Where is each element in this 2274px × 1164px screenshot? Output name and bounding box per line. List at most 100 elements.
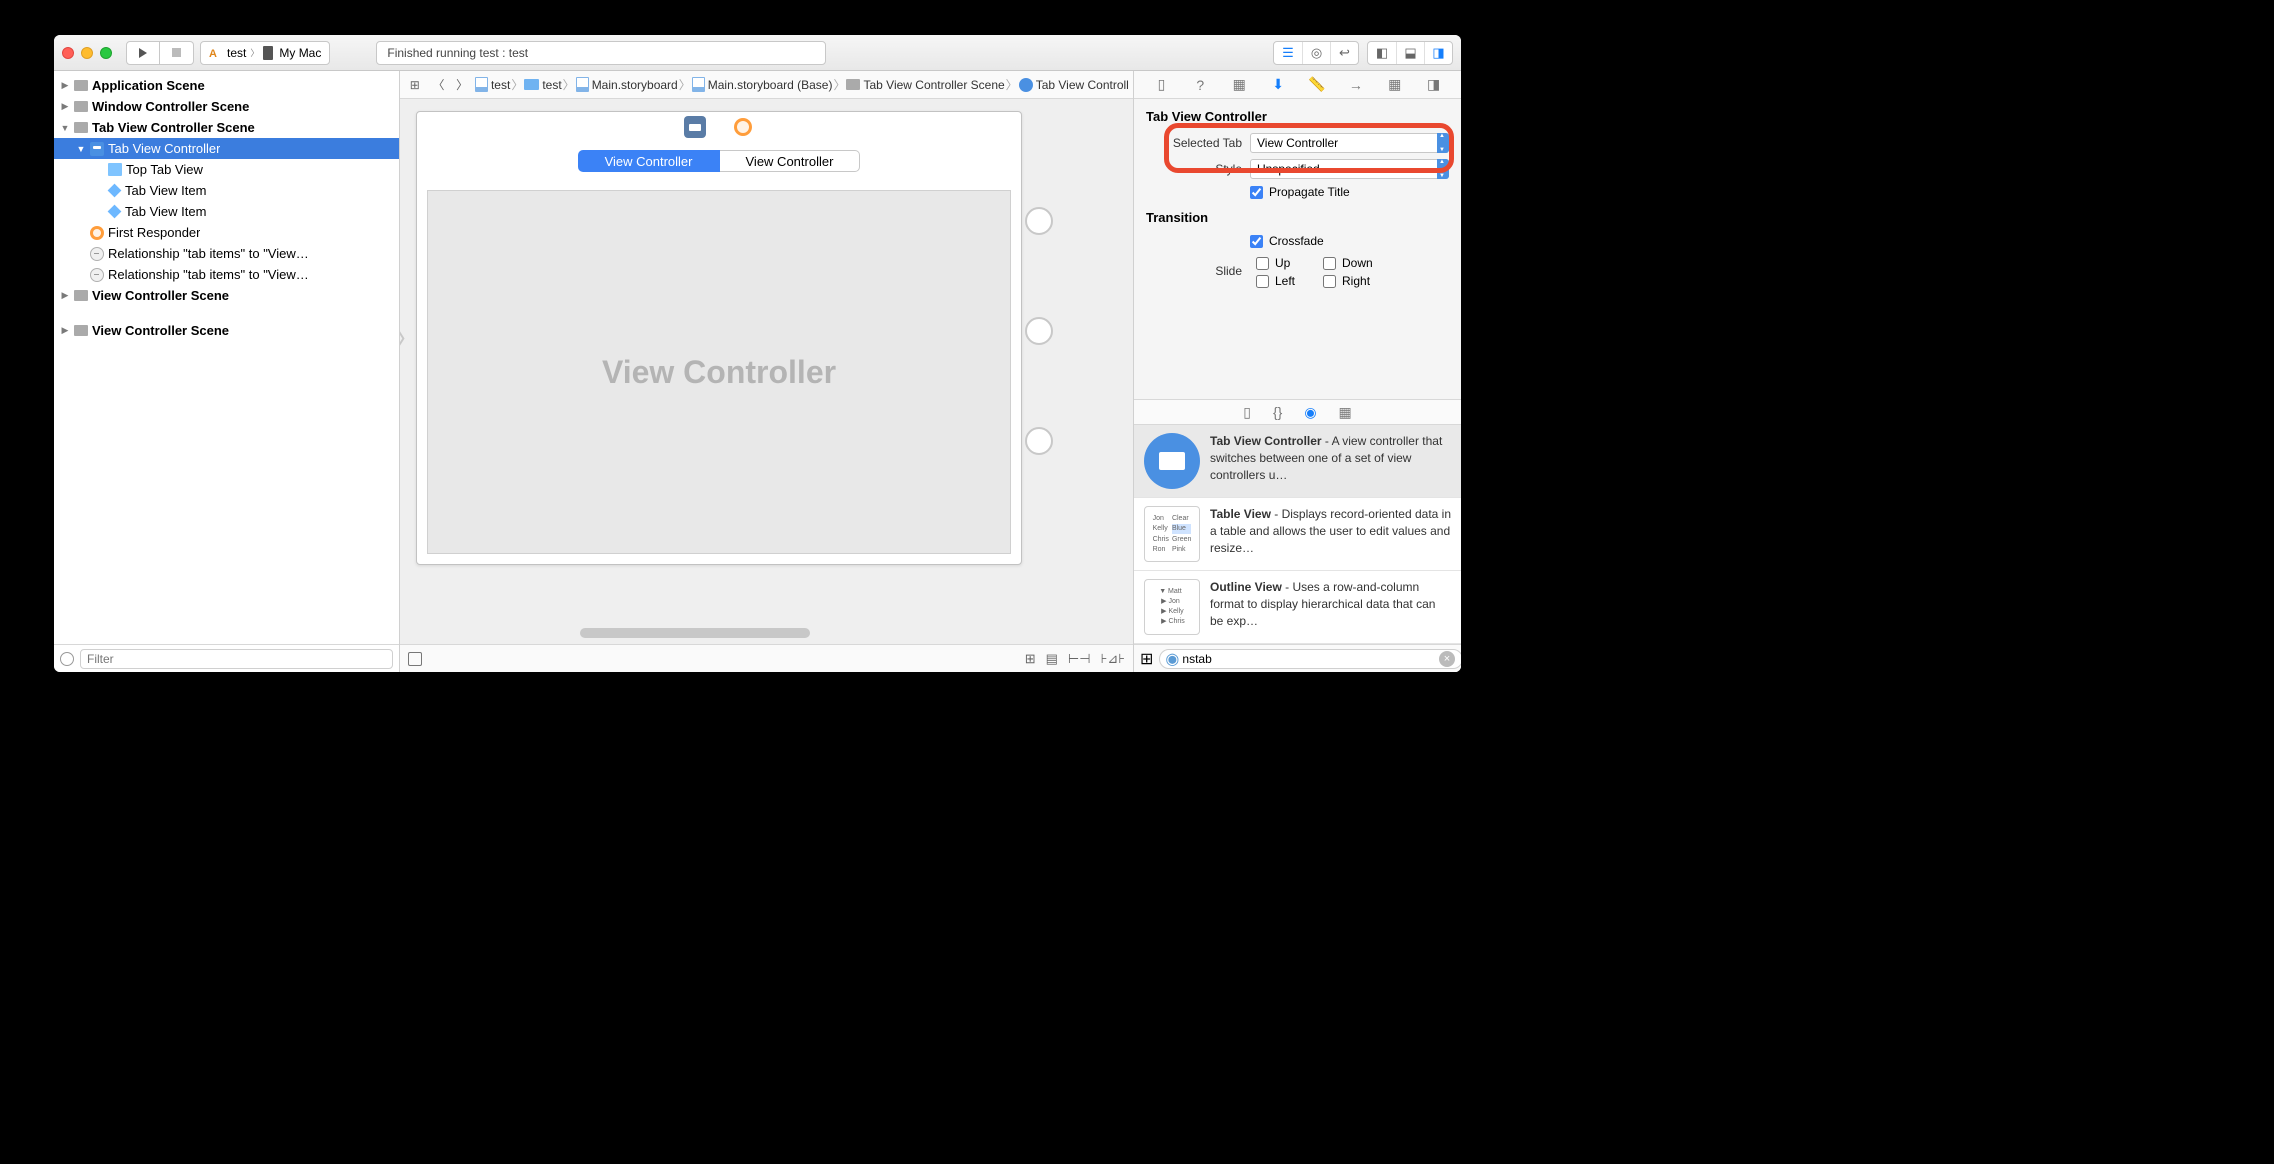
outline-row[interactable]: ▶ Window Controller Scene: [54, 96, 399, 117]
segue-connector[interactable]: [1025, 207, 1053, 235]
outline-row[interactable]: Tab View Item: [54, 201, 399, 222]
outline-row[interactable]: First Responder: [54, 222, 399, 243]
minimize-button[interactable]: [81, 47, 93, 59]
tab-strip: View Controller View Controller: [417, 150, 1021, 172]
style-popup[interactable]: Unspecified: [1250, 159, 1449, 179]
segue-connector[interactable]: [1025, 427, 1053, 455]
help-inspector-icon[interactable]: ?: [1188, 77, 1212, 93]
library-item[interactable]: Tab View Controller - A view controller …: [1134, 425, 1461, 498]
xcode-window: test 〉 My Mac Finished running test : te…: [54, 35, 1461, 672]
align-icon[interactable]: ⊢⊣: [1068, 651, 1091, 667]
bottom-panel-icon[interactable]: ⬓: [1396, 42, 1424, 64]
library-item-icon: JonClearKellyBlueChrisGreenRonPink: [1144, 506, 1200, 562]
related-items-icon[interactable]: ⊞: [404, 78, 426, 92]
first-responder-dock-icon[interactable]: [732, 116, 754, 138]
forward-button[interactable]: 〉: [451, 76, 473, 93]
outline-row[interactable]: ▶View Controller Scene: [54, 320, 399, 341]
embed-icon[interactable]: ▤: [1046, 651, 1058, 667]
vc-dock-icon[interactable]: [684, 116, 706, 138]
breadcrumb[interactable]: Tab View Controller Scene: [846, 78, 1004, 92]
update-frames-icon[interactable]: ⊞: [1025, 651, 1036, 667]
object-library-icon[interactable]: ◉: [1304, 404, 1316, 421]
breadcrumb[interactable]: Main.storyboard (Base): [692, 77, 833, 92]
left-panel-icon[interactable]: ◧: [1368, 42, 1396, 64]
chevron-right-icon: 〉: [679, 76, 691, 93]
scene-icon: [74, 101, 88, 112]
app-icon: [209, 46, 223, 60]
outline-toggle-icon[interactable]: [408, 652, 422, 666]
file-template-icon[interactable]: ▯: [1243, 404, 1251, 421]
panel-toggle-segment[interactable]: ◧ ⬓ ◨: [1367, 41, 1453, 65]
disclosure-icon[interactable]: ▶: [60, 325, 70, 336]
run-button[interactable]: [126, 41, 160, 65]
disclosure-icon[interactable]: ▶: [60, 101, 70, 112]
clear-search-button[interactable]: ×: [1439, 651, 1455, 667]
library-search-input[interactable]: [1159, 649, 1461, 669]
disclosure-icon[interactable]: ▼: [76, 144, 86, 154]
breadcrumb[interactable]: test: [524, 78, 561, 92]
identity-inspector-icon[interactable]: ▦: [1227, 76, 1251, 93]
document-outline[interactable]: ▶Application Scene▶Window Controller Sce…: [54, 71, 399, 644]
outline-row[interactable]: Relationship "tab items" to "View…: [54, 264, 399, 285]
object-library-list[interactable]: Tab View Controller - A view controller …: [1134, 425, 1461, 644]
slide-down-checkbox[interactable]: Down: [1323, 256, 1373, 270]
tab-2[interactable]: View Controller: [720, 150, 861, 172]
segue-connector[interactable]: [1025, 317, 1053, 345]
tab-view-controller-scene[interactable]: 〉 View Controller View Controller View C…: [416, 111, 1022, 565]
effects-inspector-icon[interactable]: ◨: [1422, 76, 1446, 93]
version-editor-icon[interactable]: ↩: [1330, 42, 1358, 64]
library-item-icon: [1144, 433, 1200, 489]
back-button[interactable]: 〈: [428, 76, 450, 93]
outline-row[interactable]: Top Tab View: [54, 159, 399, 180]
outline-row[interactable]: Relationship "tab items" to "View…: [54, 243, 399, 264]
slide-up-checkbox[interactable]: Up: [1256, 256, 1295, 270]
outline-row[interactable]: ▼Tab View Controller: [54, 138, 399, 159]
assistant-editor-icon[interactable]: ◎: [1302, 42, 1330, 64]
navigator-filter-bar: [54, 644, 399, 672]
size-inspector-icon[interactable]: 📏: [1305, 76, 1329, 93]
inspector-tabs[interactable]: ▯ ? ▦ ⬇ 📏 → ▦ ◨: [1134, 71, 1461, 99]
breadcrumb[interactable]: test: [475, 77, 510, 92]
grid-toggle-icon[interactable]: ⊞: [1140, 649, 1153, 669]
outline-row[interactable]: Tab View Item: [54, 180, 399, 201]
crossfade-checkbox[interactable]: Crossfade: [1250, 234, 1324, 248]
inspector: ▯ ? ▦ ⬇ 📏 → ▦ ◨ Tab View Controller Sele…: [1133, 71, 1461, 672]
library-tabs[interactable]: ▯ {} ◉ ▦: [1134, 399, 1461, 425]
stop-button[interactable]: [160, 41, 194, 65]
attributes-inspector-icon[interactable]: ⬇: [1266, 76, 1290, 93]
selected-tab-popup[interactable]: View Controller: [1250, 133, 1449, 153]
horizontal-scrollbar[interactable]: [580, 628, 810, 638]
code-snippet-icon[interactable]: {}: [1273, 404, 1282, 420]
storyboard-canvas[interactable]: 〉 View Controller View Controller View C…: [400, 99, 1133, 644]
close-button[interactable]: [62, 47, 74, 59]
disclosure-icon[interactable]: ▶: [60, 290, 70, 301]
outline-row[interactable]: ▼Tab View Controller Scene: [54, 117, 399, 138]
filter-input[interactable]: [80, 649, 393, 669]
tab-1[interactable]: View Controller: [578, 150, 720, 172]
disclosure-icon[interactable]: ▼: [60, 123, 70, 133]
bindings-inspector-icon[interactable]: ▦: [1383, 76, 1407, 93]
chevron-right-icon: 〉: [563, 76, 575, 93]
outline-row[interactable]: ▶Application Scene: [54, 75, 399, 96]
media-library-icon[interactable]: ▦: [1339, 404, 1352, 421]
pin-icon[interactable]: ⊦⊿⊦: [1101, 651, 1125, 667]
slide-left-checkbox[interactable]: Left: [1256, 274, 1295, 288]
file-inspector-icon[interactable]: ▯: [1149, 76, 1173, 93]
standard-editor-icon[interactable]: ☰: [1274, 42, 1302, 64]
disclosure-icon[interactable]: ▶: [60, 80, 70, 91]
outline-row[interactable]: ▶View Controller Scene: [54, 285, 399, 306]
row-label: First Responder: [108, 225, 200, 240]
jump-bar[interactable]: ⊞ 〈 〉 test〉test〉Main.storyboard〉Main.sto…: [400, 71, 1133, 99]
propagate-title-checkbox[interactable]: Propagate Title: [1250, 185, 1350, 199]
right-panel-icon[interactable]: ◨: [1424, 42, 1452, 64]
breadcrumb[interactable]: Tab View Controller: [1019, 78, 1129, 92]
scheme-selector[interactable]: test 〉 My Mac: [200, 41, 330, 65]
slide-right-checkbox[interactable]: Right: [1323, 274, 1373, 288]
library-item[interactable]: ▼ Matt ▶ Jon ▶ Kelly ▶ ChrisOutline View…: [1134, 571, 1461, 644]
library-item[interactable]: JonClearKellyBlueChrisGreenRonPinkTable …: [1134, 498, 1461, 571]
maximize-button[interactable]: [100, 47, 112, 59]
connections-inspector-icon[interactable]: →: [1344, 77, 1368, 93]
editor-mode-segment[interactable]: ☰ ◎ ↩: [1273, 41, 1359, 65]
breadcrumb[interactable]: Main.storyboard: [576, 77, 678, 92]
row-label: Window Controller Scene: [92, 99, 249, 114]
